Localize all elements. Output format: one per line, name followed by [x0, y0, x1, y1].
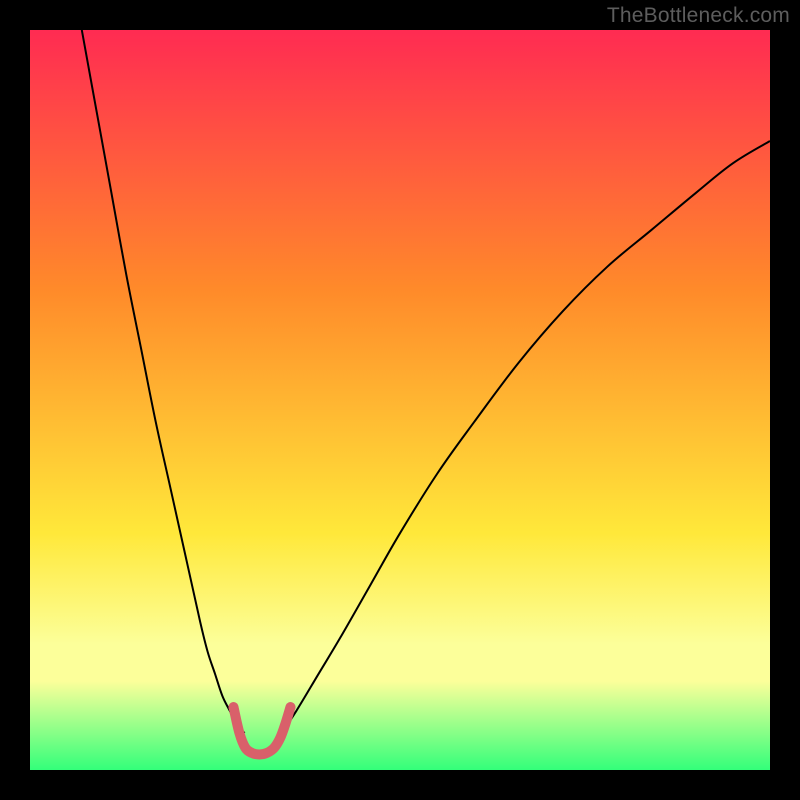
gradient-background — [30, 30, 770, 770]
chart-svg — [30, 30, 770, 770]
valley-dot-1 — [285, 702, 295, 712]
valley-dot-0 — [229, 702, 239, 712]
plot-area — [30, 30, 770, 770]
chart-frame: TheBottleneck.com — [0, 0, 800, 800]
watermark-text: TheBottleneck.com — [607, 4, 790, 28]
